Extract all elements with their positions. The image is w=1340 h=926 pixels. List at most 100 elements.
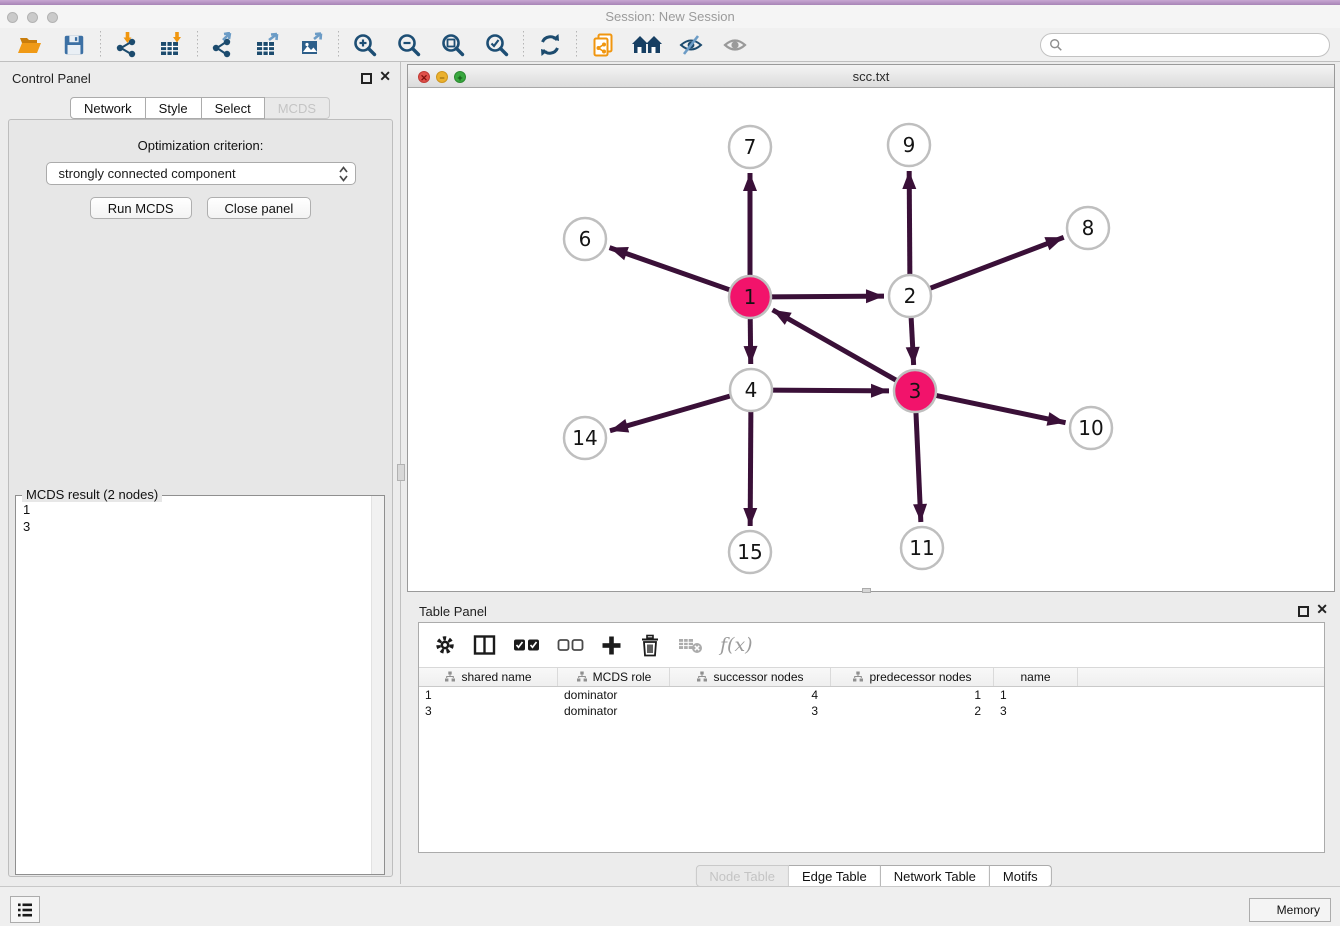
tab-network-table[interactable]: Network Table <box>881 865 990 887</box>
tab-style[interactable]: Style <box>146 97 202 119</box>
first-neighbors-button[interactable] <box>625 29 669 61</box>
graph-edge-3-1[interactable] <box>773 310 899 382</box>
apply-layout-button[interactable] <box>528 29 572 61</box>
cell-predecessor-nodes[interactable]: 1 <box>831 687 994 703</box>
show-all-button[interactable] <box>713 29 757 61</box>
tab-node-table[interactable]: Node Table <box>695 865 789 887</box>
titlebar[interactable]: Session: New Session <box>0 5 1340 28</box>
cell-name[interactable]: 1 <box>994 687 1078 703</box>
close-table-panel-icon[interactable]: ✕ <box>1316 602 1328 616</box>
tab-select[interactable]: Select <box>202 97 265 119</box>
graph-edge-1-2[interactable] <box>769 296 884 297</box>
graph-edge-4-3[interactable] <box>770 390 889 391</box>
save-session-button[interactable] <box>52 29 96 61</box>
control-panel: Control Panel ✕ Network Style Select MCD… <box>0 62 401 884</box>
tab-network[interactable]: Network <box>70 97 146 119</box>
tab-mcds[interactable]: MCDS <box>265 97 330 119</box>
zoom-selected-button[interactable] <box>475 29 519 61</box>
open-session-button[interactable] <box>8 29 52 61</box>
graph-node-label: 11 <box>909 536 934 560</box>
float-table-panel-icon[interactable] <box>1298 606 1309 617</box>
column-header-mcds-role[interactable]: MCDS role <box>558 668 670 686</box>
close-mcds-panel-button[interactable]: Close panel <box>207 197 312 219</box>
tree-icon <box>576 671 588 683</box>
graph-node-label: 4 <box>745 378 758 402</box>
graph-edge-4-14[interactable] <box>610 395 733 431</box>
select-all-button[interactable] <box>513 638 540 652</box>
hide-selected-button[interactable] <box>669 29 713 61</box>
column-header-predecessor-nodes[interactable]: predecessor nodes <box>831 668 994 686</box>
tab-edge-table[interactable]: Edge Table <box>789 865 881 887</box>
tab-motifs[interactable]: Motifs <box>990 865 1052 887</box>
graph-node-label: 2 <box>904 284 917 308</box>
graph-edge-2-3[interactable] <box>911 315 914 365</box>
mcds-result-item: 3 <box>23 518 384 535</box>
memory-button[interactable]: Memory <box>1249 898 1331 922</box>
export-network-icon <box>211 32 237 58</box>
criterion-dropdown[interactable]: strongly connected component <box>46 162 356 185</box>
show-column-panel-button[interactable] <box>473 634 496 656</box>
eye-slash-icon <box>678 32 704 58</box>
tree-icon <box>852 671 864 683</box>
close-panel-icon[interactable]: ✕ <box>379 69 391 83</box>
export-image-button[interactable] <box>290 29 334 61</box>
search-icon <box>1049 38 1063 52</box>
column-settings-button[interactable] <box>434 634 456 656</box>
cell-successor-nodes[interactable]: 4 <box>670 687 831 703</box>
cell-name[interactable]: 3 <box>994 703 1078 719</box>
zoom-out-button[interactable] <box>387 29 431 61</box>
columns-icon <box>473 634 496 656</box>
graph-edge-1-4[interactable] <box>750 316 751 364</box>
import-network-button[interactable] <box>105 29 149 61</box>
float-panel-icon[interactable] <box>361 73 372 84</box>
graph-edge-2-8[interactable] <box>928 237 1064 289</box>
delete-table-icon <box>678 636 703 654</box>
network-window-titlebar[interactable]: ✕ − + scc.txt <box>408 65 1334 88</box>
graph-edge-2-9[interactable] <box>909 171 910 277</box>
export-network-button[interactable] <box>202 29 246 61</box>
table-row[interactable]: 3 dominator 3 2 3 <box>419 703 1324 719</box>
search-input[interactable] <box>1068 38 1321 52</box>
graph-edge-4-15[interactable] <box>750 409 751 526</box>
cell-mcds-role[interactable]: dominator <box>558 703 670 719</box>
zoom-fit-button[interactable] <box>431 29 475 61</box>
mcds-result-box[interactable]: MCDS result (2 nodes) 1 3 <box>15 495 385 875</box>
new-network-from-selection-button[interactable] <box>581 29 625 61</box>
graph-edge-3-11[interactable] <box>916 410 921 522</box>
checked-boxes-icon <box>513 638 540 652</box>
vertical-splitter-handle[interactable] <box>397 464 405 481</box>
graph-edge-1-6[interactable] <box>610 248 733 291</box>
cell-successor-nodes[interactable]: 3 <box>670 703 831 719</box>
network-graph[interactable]: 1234678910111415 <box>408 88 1334 591</box>
column-header-name[interactable]: name <box>994 668 1078 686</box>
graph-node-label: 1 <box>744 285 757 309</box>
cell-mcds-role[interactable]: dominator <box>558 687 670 703</box>
node-table-container: f(x) shared name <box>418 622 1325 853</box>
export-table-button[interactable] <box>246 29 290 61</box>
cell-shared-name[interactable]: 3 <box>419 703 558 719</box>
graph-edge-3-10[interactable] <box>934 395 1066 423</box>
zoom-in-button[interactable] <box>343 29 387 61</box>
tree-icon <box>444 671 456 683</box>
cell-shared-name[interactable]: 1 <box>419 687 558 703</box>
graph-node-label: 10 <box>1078 416 1103 440</box>
import-table-button[interactable] <box>149 29 193 61</box>
table-header-row: shared name MCDS role <box>419 667 1324 687</box>
table-row[interactable]: 1 dominator 4 1 1 <box>419 687 1324 703</box>
result-scrollbar[interactable] <box>371 496 384 874</box>
deselect-all-button[interactable] <box>557 638 584 652</box>
delete-column-button[interactable] <box>639 634 661 657</box>
network-view-window: ✕ − + scc.txt 1234678910111415 <box>407 64 1335 592</box>
status-bar: Memory <box>0 886 1340 926</box>
search-box[interactable] <box>1040 33 1330 57</box>
network-window-resize-handle[interactable] <box>862 588 871 593</box>
run-mcds-button[interactable]: Run MCDS <box>90 197 192 219</box>
column-header-successor-nodes[interactable]: successor nodes <box>670 668 831 686</box>
task-history-button[interactable] <box>10 896 40 923</box>
network-canvas[interactable]: 1234678910111415 <box>408 88 1334 591</box>
column-header-shared-name[interactable]: shared name <box>419 668 558 686</box>
cell-predecessor-nodes[interactable]: 2 <box>831 703 994 719</box>
delete-table-button[interactable] <box>678 636 703 654</box>
add-column-button[interactable] <box>601 635 622 656</box>
function-builder-button[interactable]: f(x) <box>720 634 753 656</box>
